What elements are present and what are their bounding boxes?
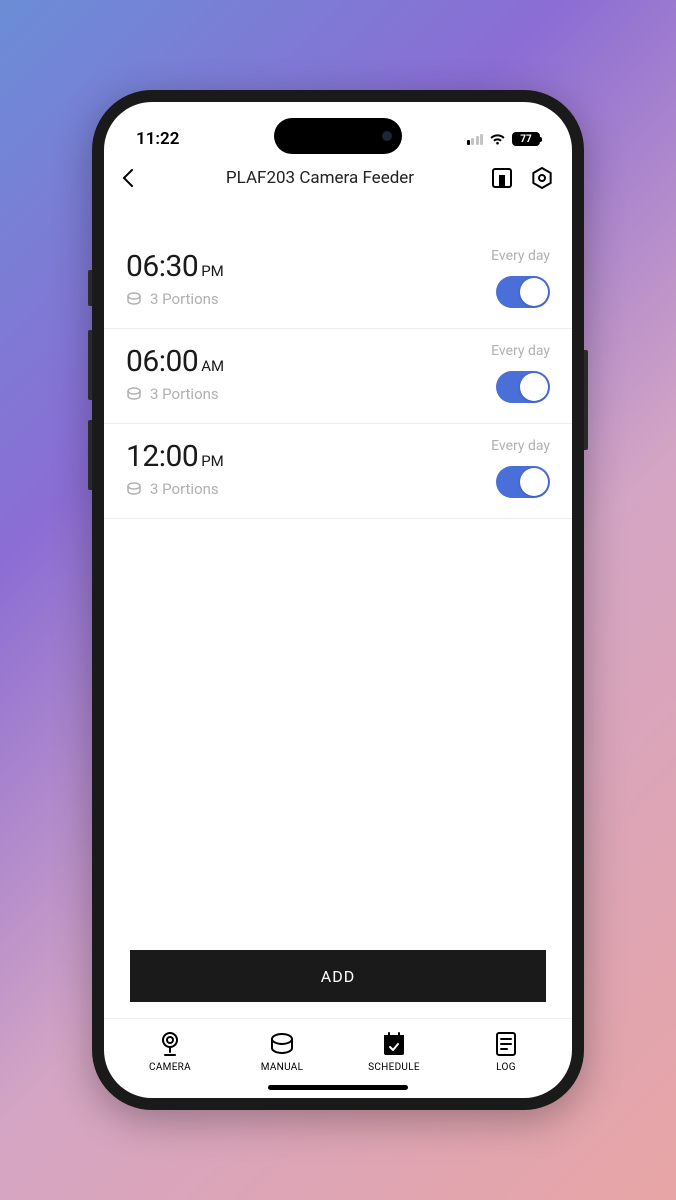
settings-icon[interactable] [530, 166, 554, 190]
log-icon [493, 1031, 519, 1057]
screen: 11:22 77 PLAF203 Camera Feeder [104, 102, 572, 1098]
camera-icon [157, 1031, 183, 1057]
status-time: 11:22 [136, 129, 179, 149]
app-header: PLAF203 Camera Feeder [104, 158, 572, 204]
schedule-list: 06:30 PM 3 Portions Ever [104, 204, 572, 934]
schedule-ampm: AM [201, 357, 224, 375]
schedule-icon [381, 1031, 407, 1057]
page-title: PLAF203 Camera Feeder [160, 168, 480, 188]
schedule-toggle[interactable] [496, 276, 550, 308]
schedule-toggle[interactable] [496, 466, 550, 498]
home-indicator[interactable] [268, 1085, 408, 1090]
battery-level: 77 [520, 134, 531, 145]
schedule-item[interactable]: 06:30 PM 3 Portions Ever [104, 234, 572, 329]
tab-label: SCHEDULE [368, 1062, 420, 1073]
tab-camera[interactable]: CAMERA [128, 1031, 212, 1073]
portion-icon [126, 386, 142, 402]
frequency-label: Every day [491, 343, 550, 359]
schedule-item[interactable]: 12:00 PM 3 Portions Ever [104, 424, 572, 519]
portion-count: 3 Portions [150, 480, 219, 498]
tab-label: MANUAL [261, 1062, 304, 1073]
tab-manual[interactable]: MANUAL [240, 1031, 324, 1073]
schedule-ampm: PM [201, 452, 224, 470]
portion-icon [126, 291, 142, 307]
portion-icon [126, 481, 142, 497]
portion-count: 3 Portions [150, 385, 219, 403]
tab-log[interactable]: LOG [464, 1031, 548, 1073]
manual-icon [269, 1031, 295, 1057]
tab-label: LOG [496, 1062, 516, 1073]
add-button[interactable]: ADD [130, 950, 546, 1002]
schedule-time: 12:00 [126, 439, 198, 474]
schedule-time: 06:00 [126, 344, 198, 379]
battery-icon: 77 [512, 132, 540, 146]
frequency-label: Every day [491, 438, 550, 454]
cellular-signal-icon [467, 134, 484, 145]
dynamic-island [274, 118, 402, 154]
schedule-toggle[interactable] [496, 371, 550, 403]
portion-count: 3 Portions [150, 290, 219, 308]
split-view-icon[interactable] [490, 166, 514, 190]
wifi-icon [489, 133, 506, 146]
schedule-item[interactable]: 06:00 AM 3 Portions Ever [104, 329, 572, 424]
schedule-ampm: PM [201, 262, 224, 280]
phone-frame: 11:22 77 PLAF203 Camera Feeder [92, 90, 584, 1110]
tab-label: CAMERA [149, 1062, 191, 1073]
frequency-label: Every day [491, 248, 550, 264]
tab-schedule[interactable]: SCHEDULE [352, 1031, 436, 1073]
schedule-time: 06:30 [126, 249, 198, 284]
back-button[interactable] [122, 168, 150, 188]
